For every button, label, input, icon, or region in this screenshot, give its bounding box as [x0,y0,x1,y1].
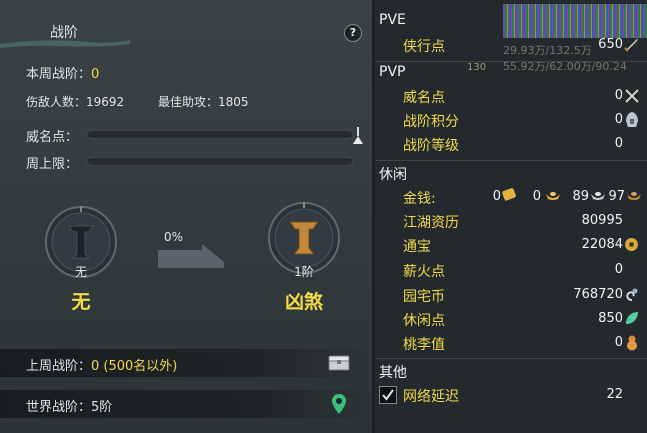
assist-value: 1805 [218,95,249,109]
assist-label: 最佳助攻： [158,95,219,109]
last-week-label: 上周战阶： [26,359,92,374]
helmet-icon [626,112,638,127]
row-label-xiaxingdian: 侠行点 [403,39,445,55]
row-value-weimingdian: 0 [614,88,623,103]
row-value-yuanzhaibi: 768720 [573,287,623,302]
divider [375,358,647,359]
row-label-yuanzhaibi: 园宅币 [403,289,445,305]
kills-row: 伤敌人数：19692 [26,93,124,110]
gourd-icon [627,335,637,351]
row-label-latency: 网络延迟 [403,389,459,405]
swirl-icon [626,288,638,301]
latency-checkbox[interactable] [379,386,397,404]
assist-row: 最佳助攻：1805 [158,93,249,110]
silver-yuanbao-icon [591,192,605,200]
row-label-weimingdian: 威名点 [403,90,445,106]
money-copper-value: 89 [572,189,589,204]
section-leisure: 休闲 [379,167,407,183]
location-pin-icon[interactable] [331,393,347,415]
cap-marker-icon [353,127,363,144]
bg-level: 130 [467,62,487,73]
row-label-zhanjiejifen: 战阶积分 [403,114,459,130]
rank-panel-header: 战阶 [0,14,372,48]
money-silver-value: 0 [532,189,541,204]
section-pvp: PVP [379,64,406,80]
rank-panel: 战阶 ? 本周战阶：0 伤敌人数：19692 最佳助攻：1805 威名点： 周上… [0,0,372,433]
row-label-xiuxiandian: 休闲点 [403,313,445,329]
kills-label: 伤敌人数： [26,95,87,109]
divider [375,61,647,62]
row-label-taolizhi: 桃李值 [403,337,445,353]
money-gold-value: 0 [492,189,501,204]
next-rank-name: 凶煞 [284,291,323,313]
weekly-cap-label: 周上限： [26,157,79,172]
gold-ingot-icon [502,188,516,201]
checkmark-icon [382,389,394,401]
row-label-xinhuodian: 薪火点 [403,264,445,280]
gold-yuanbao-icon [546,192,560,200]
crossed-swords-icon [625,89,639,103]
money-extra-value: 97 [608,189,625,204]
coin-icon [625,238,638,251]
last-week-text: 上周战阶：0 (500名以外) [26,355,177,374]
hp-bar-graphic [503,4,647,38]
leaf-icon [626,312,638,324]
help-button[interactable]: ? [344,24,362,42]
row-value-tongbao: 22084 [581,237,623,252]
section-other: 其他 [379,365,407,381]
current-rank-emblem-text: 无 [74,265,87,279]
weekly-rank-label: 本周战阶： [26,67,92,82]
kills-value: 19692 [86,95,125,109]
row-value-xinhuodian: 0 [614,262,623,277]
weekly-cap-progress-bar [87,157,353,166]
row-value-jianghuzili: 80995 [581,213,623,228]
world-rank-value: 5阶 [91,400,113,415]
weekly-rank-value: 0 [91,67,100,82]
currency-panel: 29.93万/132.5万 55.92万/62.00万/90.24 130 PV… [375,0,647,433]
row-label-money: 金钱: [403,191,436,207]
last-week-value: 0 (500名以外) [91,359,178,374]
world-rank-text: 世界战阶：5阶 [26,396,112,415]
row-label-tongbao: 通宝 [403,239,431,255]
row-label-jianghuzili: 江湖资历 [403,215,459,231]
progress-arrow-icon [158,244,224,268]
weekly-rank-row: 本周战阶：0 [26,63,99,82]
divider [375,160,647,161]
row-value-xiaxingdian: 650 [598,37,623,52]
prestige-label: 威名点： [26,130,79,145]
current-rank-name: 无 [71,291,91,313]
prestige-progress-bar [87,130,353,139]
copper-yuanbao-icon [627,192,641,200]
row-value-taolizhi: 0 [614,335,623,350]
row-value-zhanjiedengji: 0 [614,136,623,151]
reward-chest-icon[interactable] [328,355,350,371]
section-pve: PVE [379,12,406,28]
sword-icon [624,38,638,52]
rank-panel-title: 战阶 [50,25,78,41]
row-value-latency: 22 [606,387,623,402]
row-value-xiuxiandian: 850 [598,311,623,326]
world-rank-label: 世界战阶： [26,400,92,415]
rank-progress-percent: 0% [164,230,184,244]
row-label-zhanjiedengji: 战阶等级 [403,138,459,154]
row-value-zhanjiejifen: 0 [614,112,623,127]
next-rank-emblem-text: 1阶 [294,265,314,279]
